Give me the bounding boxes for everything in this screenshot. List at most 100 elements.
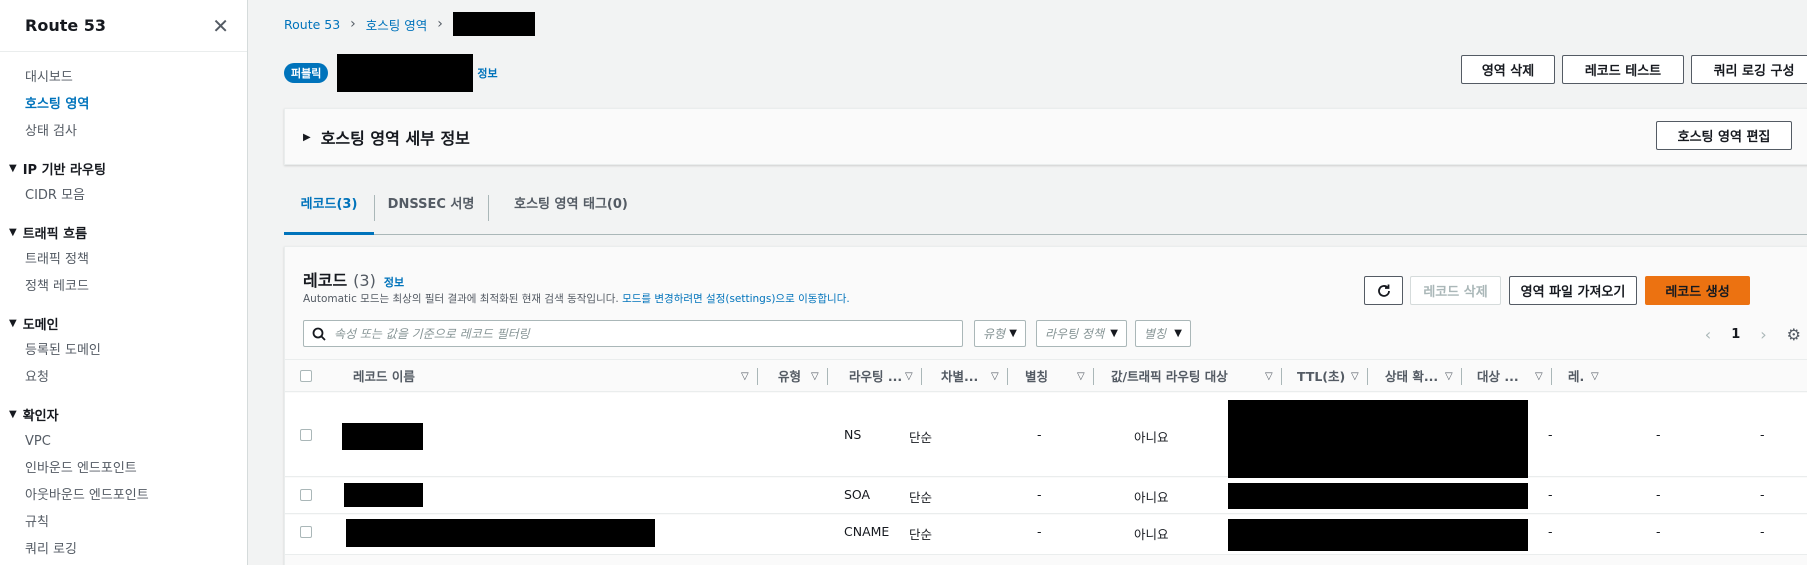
delete-record-button[interactable]: 레코드 삭제 — [1410, 276, 1501, 305]
sort-icon[interactable]: ▽ — [1077, 360, 1085, 393]
import-zone-file-button[interactable]: 영역 파일 가져오기 — [1509, 276, 1637, 305]
search-icon — [312, 327, 326, 341]
breadcrumb-hosted-zones[interactable]: 호스팅 영역 — [366, 15, 427, 34]
redacted-zone-name — [452, 12, 535, 36]
table-row[interactable]: SOA 단순 - 아니요 - - - — [285, 478, 1807, 514]
sort-icon[interactable]: ▽ — [1445, 360, 1453, 393]
column-alias[interactable]: 별칭 — [1025, 360, 1065, 393]
cell-health-check: - — [1548, 524, 1553, 539]
hosted-zone-details-title: 호스팅 영역 세부 정보 — [320, 129, 470, 148]
table-row[interactable]: CNAME 단순 - 아니요 - - - — [285, 515, 1807, 555]
sidebar-item-rules[interactable]: 규칙 — [0, 509, 247, 536]
hosted-zone-details-toggle[interactable]: ▶ 호스팅 영역 세부 정보 — [303, 125, 470, 149]
redacted-record-name — [342, 423, 423, 450]
sidebar-section-resolver[interactable]: ▼ 확인자 — [0, 401, 247, 428]
record-filter-input[interactable] — [334, 326, 962, 341]
sidebar-item-query-logging[interactable]: 쿼리 로깅 — [0, 536, 247, 563]
sidebar-item-requests[interactable]: 요청 — [0, 364, 247, 391]
caret-down-icon: ▼ — [1110, 328, 1118, 339]
breadcrumb-route53[interactable]: Route 53 — [284, 17, 340, 32]
sidebar-section-ip-routing[interactable]: ▼ IP 기반 라우팅 — [0, 155, 247, 182]
sidebar-item-cidr[interactable]: CIDR 모음 — [0, 182, 247, 209]
column-ttl[interactable]: TTL(초) — [1297, 360, 1347, 393]
column-divider[interactable] — [827, 368, 828, 385]
column-routing-policy[interactable]: 라우팅 ... — [849, 360, 907, 393]
select-all-checkbox[interactable] — [300, 370, 312, 382]
sort-icon[interactable]: ▽ — [1591, 360, 1599, 393]
test-record-button[interactable]: 레코드 테스트 — [1562, 55, 1684, 84]
gear-icon[interactable]: ⚙ — [1787, 325, 1801, 344]
cell-extra: - — [1760, 427, 1765, 442]
sort-icon[interactable]: ▽ — [1535, 360, 1543, 393]
sidebar-item-policy-records[interactable]: 정책 레코드 — [0, 273, 247, 300]
column-target[interactable]: 대상 ... — [1477, 360, 1533, 393]
sort-icon[interactable]: ▽ — [1265, 360, 1273, 393]
pagination: ‹ 1 › ⚙ — [1695, 325, 1807, 344]
cell-differentiator: - — [1037, 427, 1042, 442]
records-count: (3) — [353, 271, 376, 290]
close-icon[interactable]: ✕ — [212, 16, 229, 36]
table-row[interactable]: NS 단순 - 아니요 - - - — [285, 393, 1807, 482]
sort-icon[interactable]: ▽ — [811, 360, 819, 393]
redacted-record-value — [1228, 400, 1528, 482]
row-checkbox[interactable] — [300, 489, 312, 501]
sidebar-section-domains[interactable]: ▼ 도메인 — [0, 310, 247, 337]
sidebar-item-traffic-policies[interactable]: 트래픽 정책 — [0, 246, 247, 273]
routing-policy-dropdown-label: 라우팅 정책 — [1045, 327, 1105, 341]
column-divider[interactable] — [1551, 368, 1552, 385]
row-checkbox[interactable] — [300, 526, 312, 538]
tab-records[interactable]: 레코드(3) — [284, 185, 374, 235]
tab-zone-tags[interactable]: 호스팅 영역 태그(0) — [489, 185, 653, 235]
chevron-right-icon: › — [350, 16, 356, 32]
column-divider[interactable] — [1281, 368, 1282, 385]
column-value[interactable]: 값/트래픽 라우팅 대상 — [1111, 360, 1261, 393]
configure-query-logging-button[interactable]: 쿼리 로깅 구성 — [1691, 55, 1807, 84]
sidebar-item-health-checks[interactable]: 상태 검사 — [0, 118, 247, 145]
type-dropdown[interactable]: 유형 ▼ — [974, 320, 1026, 347]
chevron-left-icon[interactable]: ‹ — [1705, 325, 1711, 344]
settings-link[interactable]: 모드를 변경하려면 설정(settings)으로 이동합니다. — [622, 293, 850, 305]
sort-icon[interactable]: ▽ — [741, 360, 749, 393]
caret-down-icon: ▼ — [1009, 328, 1017, 339]
cell-alias: 아니요 — [1134, 527, 1169, 542]
sidebar-item-dashboard[interactable]: 대시보드 — [0, 64, 247, 91]
info-link[interactable]: 정보 — [477, 65, 497, 81]
column-health-check[interactable]: 상태 확... — [1385, 360, 1441, 393]
page-title-row: 퍼블릭 정보 — [284, 54, 498, 92]
column-record-name[interactable]: 레코드 이름 — [353, 360, 733, 393]
sidebar-section-traffic-flow[interactable]: ▼ 트래픽 흐름 — [0, 219, 247, 246]
create-record-button[interactable]: 레코드 생성 — [1645, 276, 1750, 305]
column-divider[interactable] — [1461, 368, 1462, 385]
public-badge: 퍼블릭 — [284, 63, 329, 83]
records-info-link[interactable]: 정보 — [384, 276, 404, 289]
row-checkbox[interactable] — [300, 429, 312, 441]
sidebar-item-outbound-endpoints[interactable]: 아웃바운드 엔드포인트 — [0, 482, 247, 509]
column-differentiator[interactable]: 차별... — [941, 360, 983, 393]
column-divider[interactable] — [921, 368, 922, 385]
edit-hosted-zone-button[interactable]: 호스팅 영역 편집 — [1656, 121, 1792, 150]
routing-policy-dropdown[interactable]: 라우팅 정책 ▼ — [1036, 320, 1127, 347]
sort-icon[interactable]: ▽ — [1351, 360, 1359, 393]
sort-icon[interactable]: ▽ — [991, 360, 999, 393]
sidebar-title: Route 53 — [25, 16, 107, 35]
alias-dropdown[interactable]: 별칭 ▼ — [1135, 320, 1191, 347]
main-content: Route 53 › 호스팅 영역 › 퍼블릭 정보 영역 삭제 레코드 테스트… — [284, 0, 1807, 565]
sidebar-item-registered-domains[interactable]: 등록된 도메인 — [0, 337, 247, 364]
sidebar-item-hosted-zones[interactable]: 호스팅 영역 — [0, 91, 247, 118]
sidebar-item-inbound-endpoints[interactable]: 인바운드 엔드포인트 — [0, 455, 247, 482]
page-number[interactable]: 1 — [1731, 327, 1740, 342]
caret-down-icon: ▼ — [9, 227, 17, 238]
redacted-record-value — [1228, 483, 1528, 509]
column-divider[interactable] — [1367, 368, 1368, 385]
column-divider[interactable] — [757, 368, 758, 385]
column-divider[interactable] — [1093, 368, 1094, 385]
redacted-record-value — [1228, 519, 1528, 551]
sort-icon[interactable]: ▽ — [905, 360, 913, 393]
sidebar-item-vpc[interactable]: VPC — [0, 428, 247, 455]
refresh-button[interactable] — [1364, 276, 1403, 305]
chevron-right-icon[interactable]: › — [1760, 325, 1766, 344]
tab-dnssec[interactable]: DNSSEC 서명 — [375, 185, 487, 235]
delete-zone-button[interactable]: 영역 삭제 — [1461, 55, 1555, 84]
column-divider[interactable] — [1007, 368, 1008, 385]
caret-down-icon: ▼ — [1174, 328, 1182, 339]
